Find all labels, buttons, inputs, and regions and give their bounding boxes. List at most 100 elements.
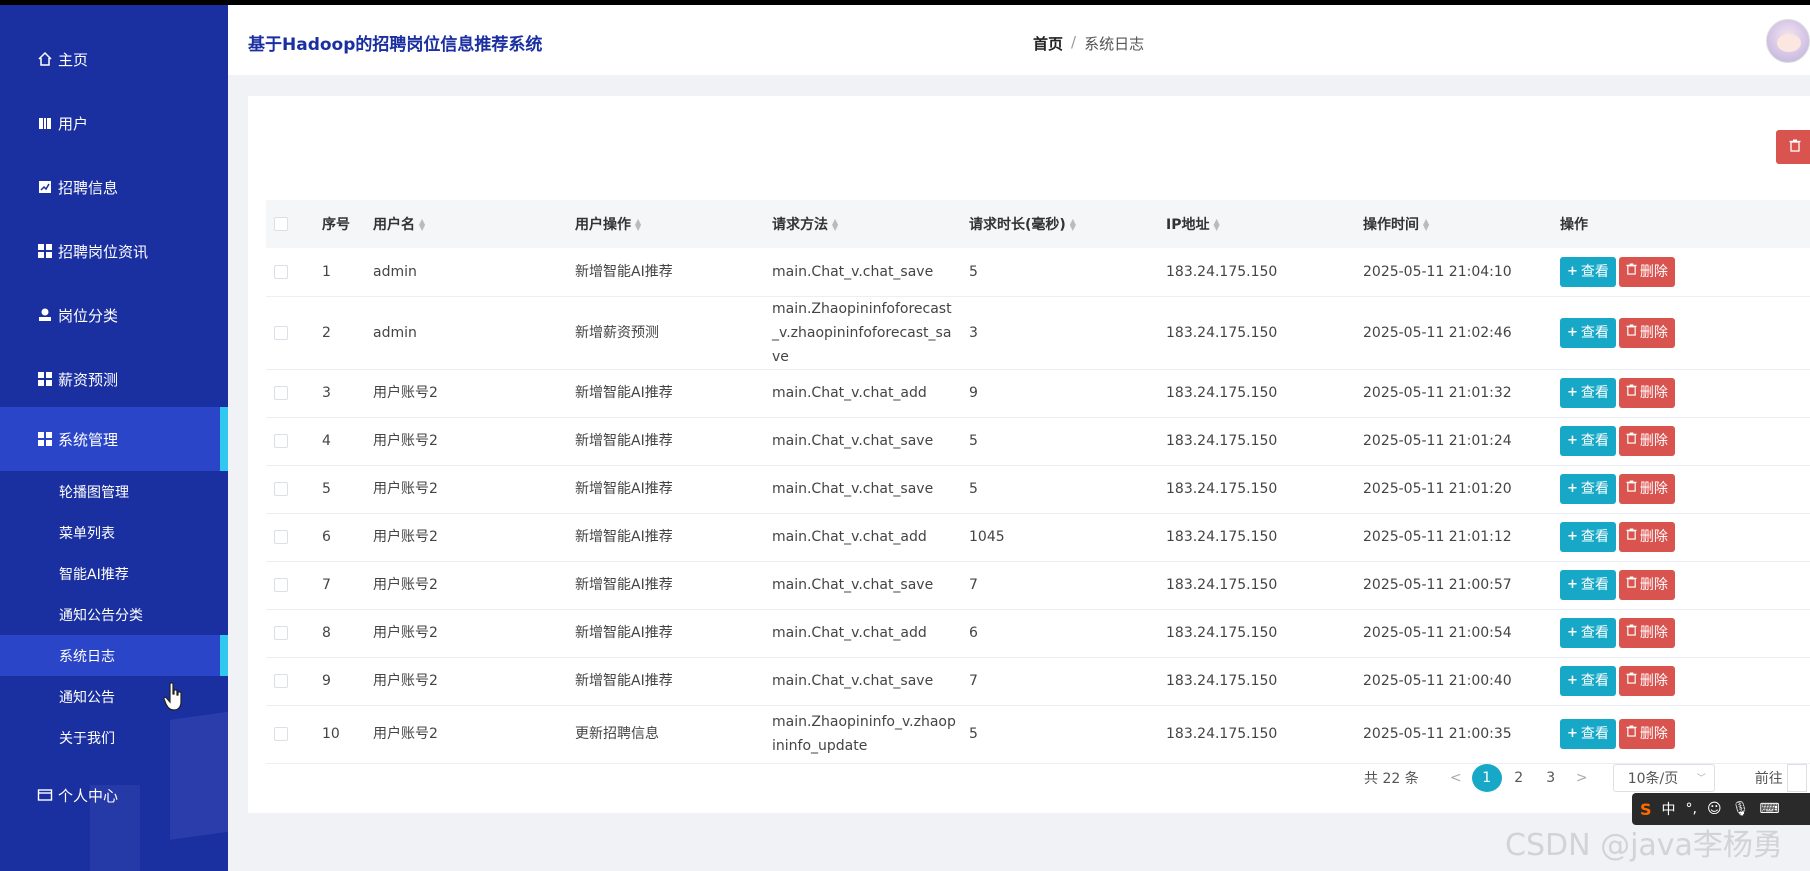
keyboard-icon[interactable]: ⌨	[1759, 801, 1779, 817]
cell-method: main.Chat_v.chat_add	[764, 369, 961, 418]
view-button[interactable]: + 查看	[1560, 570, 1616, 600]
sidebar-subitem-ai-recommend[interactable]: 智能AI推荐	[0, 553, 228, 594]
cell-time: 2025-05-11 21:01:32	[1355, 369, 1552, 418]
sort-icon[interactable]: ▲ ▼	[635, 218, 641, 232]
col-header-username[interactable]: 用户名 ▲ ▼	[365, 200, 567, 248]
sidebar-item-job-category[interactable]: 岗位分类	[0, 283, 228, 347]
pagination-page[interactable]: 1	[1471, 764, 1502, 792]
row-checkbox[interactable]	[274, 727, 288, 741]
view-button[interactable]: + 查看	[1560, 618, 1616, 648]
cell-actions: + 查看 删除	[1552, 369, 1810, 418]
view-button[interactable]: + 查看	[1560, 317, 1616, 348]
row-checkbox[interactable]	[274, 264, 288, 279]
sidebar-subitem-notice[interactable]: 通知公告	[0, 676, 228, 717]
sogou-logo-icon[interactable]: S	[1640, 800, 1652, 819]
sidebar-item-salary-forecast[interactable]: 薪资预测	[0, 347, 228, 411]
emoji-icon[interactable]: ☺	[1707, 801, 1722, 817]
row-checkbox[interactable]	[274, 674, 288, 688]
view-button-label: 查看	[1580, 673, 1609, 689]
cell-operation: 新增智能AI推荐	[567, 513, 764, 562]
row-checkbox[interactable]	[274, 386, 288, 400]
sidebar-subitem-label: 菜单列表	[59, 525, 115, 542]
row-checkbox[interactable]	[274, 626, 288, 640]
trash-icon	[1789, 139, 1801, 156]
pagination-next[interactable]: >	[1567, 770, 1597, 786]
table-row: 2 admin 新增薪资预测 main.Zhaopininfoforecast_v.z…	[266, 296, 1810, 370]
breadcrumb-home[interactable]: 首页	[1033, 33, 1063, 54]
col-header-time[interactable]: 操作时间 ▲ ▼	[1355, 200, 1552, 248]
col-header-duration[interactable]: 请求时长(毫秒) ▲ ▼	[961, 200, 1158, 248]
delete-button[interactable]: 删除	[1618, 666, 1675, 696]
delete-button[interactable]: 删除	[1618, 474, 1675, 504]
sort-icon[interactable]: ▲ ▼	[832, 218, 838, 232]
select-all-checkbox[interactable]	[274, 217, 288, 231]
delete-button[interactable]: 删除	[1618, 570, 1675, 600]
ime-lang-toggle[interactable]: 中	[1662, 799, 1676, 819]
sidebar-item-home[interactable]: 主页	[0, 27, 228, 91]
delete-button[interactable]: 删除	[1618, 378, 1675, 408]
cell-ip: 183.24.175.150	[1158, 465, 1355, 514]
sidebar-subitem-system-log[interactable]: 系统日志	[0, 635, 228, 676]
sidebar-item-recruit-info[interactable]: 招聘信息	[0, 155, 228, 219]
delete-button-label: 删除	[1639, 263, 1668, 280]
bulk-delete-button[interactable]	[1776, 130, 1810, 164]
page-size-select[interactable]: 10条/页 ﹀	[1612, 764, 1715, 792]
pagination-prev[interactable]: <	[1441, 770, 1471, 786]
trash-icon	[1626, 621, 1637, 645]
row-checkbox[interactable]	[274, 482, 288, 496]
avatar[interactable]	[1766, 19, 1810, 63]
view-button[interactable]: + 查看	[1560, 426, 1616, 456]
col-header-actions: 操作	[1560, 217, 1588, 233]
delete-button[interactable]: 删除	[1618, 426, 1675, 456]
sort-icon[interactable]: ▲ ▼	[1213, 218, 1219, 232]
sidebar-subitem-menu-list[interactable]: 菜单列表	[0, 512, 228, 553]
row-checkbox	[266, 705, 314, 764]
row-checkbox[interactable]	[274, 578, 288, 592]
row-checkbox[interactable]	[274, 434, 288, 448]
delete-button-label: 删除	[1639, 625, 1668, 641]
ime-punct-toggle[interactable]: °,	[1686, 801, 1697, 817]
cell-username: 用户账号2	[365, 369, 567, 418]
delete-button[interactable]: 删除	[1618, 719, 1675, 749]
delete-button[interactable]: 删除	[1618, 618, 1675, 648]
cell-duration: 7	[961, 561, 1158, 610]
view-button[interactable]: + 查看	[1560, 474, 1616, 504]
plus-icon: +	[1567, 673, 1578, 688]
view-button[interactable]: + 查看	[1560, 256, 1616, 287]
delete-button[interactable]: 删除	[1618, 256, 1675, 287]
row-checkbox[interactable]	[274, 325, 288, 340]
sort-icon[interactable]: ▲ ▼	[419, 218, 425, 232]
view-button[interactable]: + 查看	[1560, 719, 1616, 749]
cell-username: 用户账号2	[365, 609, 567, 658]
mouse-cursor-icon	[163, 682, 183, 711]
delete-button[interactable]: 删除	[1618, 522, 1675, 552]
cell-duration: 5	[961, 465, 1158, 514]
col-header-ip[interactable]: IP地址 ▲ ▼	[1158, 200, 1355, 248]
row-checkbox[interactable]	[274, 530, 288, 544]
cell-method: main.Chat_v.chat_save	[764, 248, 961, 297]
sort-icon[interactable]: ▲ ▼	[1070, 218, 1076, 232]
col-header-operation[interactable]: 用户操作 ▲ ▼	[567, 200, 764, 248]
table-row: 10 用户账号2 更新招聘信息 main.Zhaopininfo_v.zhaopini…	[266, 705, 1810, 764]
cell-method: main.Zhaopininfo_v.zhaopininfo_update	[764, 705, 961, 764]
view-button[interactable]: + 查看	[1560, 522, 1616, 552]
sort-icon[interactable]: ▲ ▼	[1423, 218, 1429, 232]
sidebar-item-system-management[interactable]: 系统管理	[0, 407, 228, 471]
sidebar-subitem-about-us[interactable]: 关于我们	[0, 717, 228, 758]
microphone-icon[interactable]: 🎙	[1732, 801, 1750, 817]
sidebar-subitem-carousel[interactable]: 轮播图管理	[0, 471, 228, 512]
pagination-page[interactable]: 2	[1504, 764, 1534, 792]
sidebar-item-users[interactable]: 用户	[0, 91, 228, 155]
delete-button[interactable]: 删除	[1618, 317, 1675, 348]
sidebar-item-personal-center[interactable]: 个人中心	[0, 763, 228, 827]
col-header-method[interactable]: 请求方法 ▲ ▼	[764, 200, 961, 248]
goto-input[interactable]	[1786, 764, 1807, 792]
delete-button-label: 删除	[1639, 481, 1668, 497]
pagination-page[interactable]: 3	[1536, 764, 1566, 792]
sidebar-subitem-notice-category[interactable]: 通知公告分类	[0, 594, 228, 635]
sidebar-item-job-news[interactable]: 招聘岗位资讯	[0, 219, 228, 283]
view-button[interactable]: + 查看	[1560, 378, 1616, 408]
cell-duration: 9	[961, 369, 1158, 418]
cell-actions: + 查看 删除	[1552, 609, 1810, 658]
view-button[interactable]: + 查看	[1560, 666, 1616, 696]
